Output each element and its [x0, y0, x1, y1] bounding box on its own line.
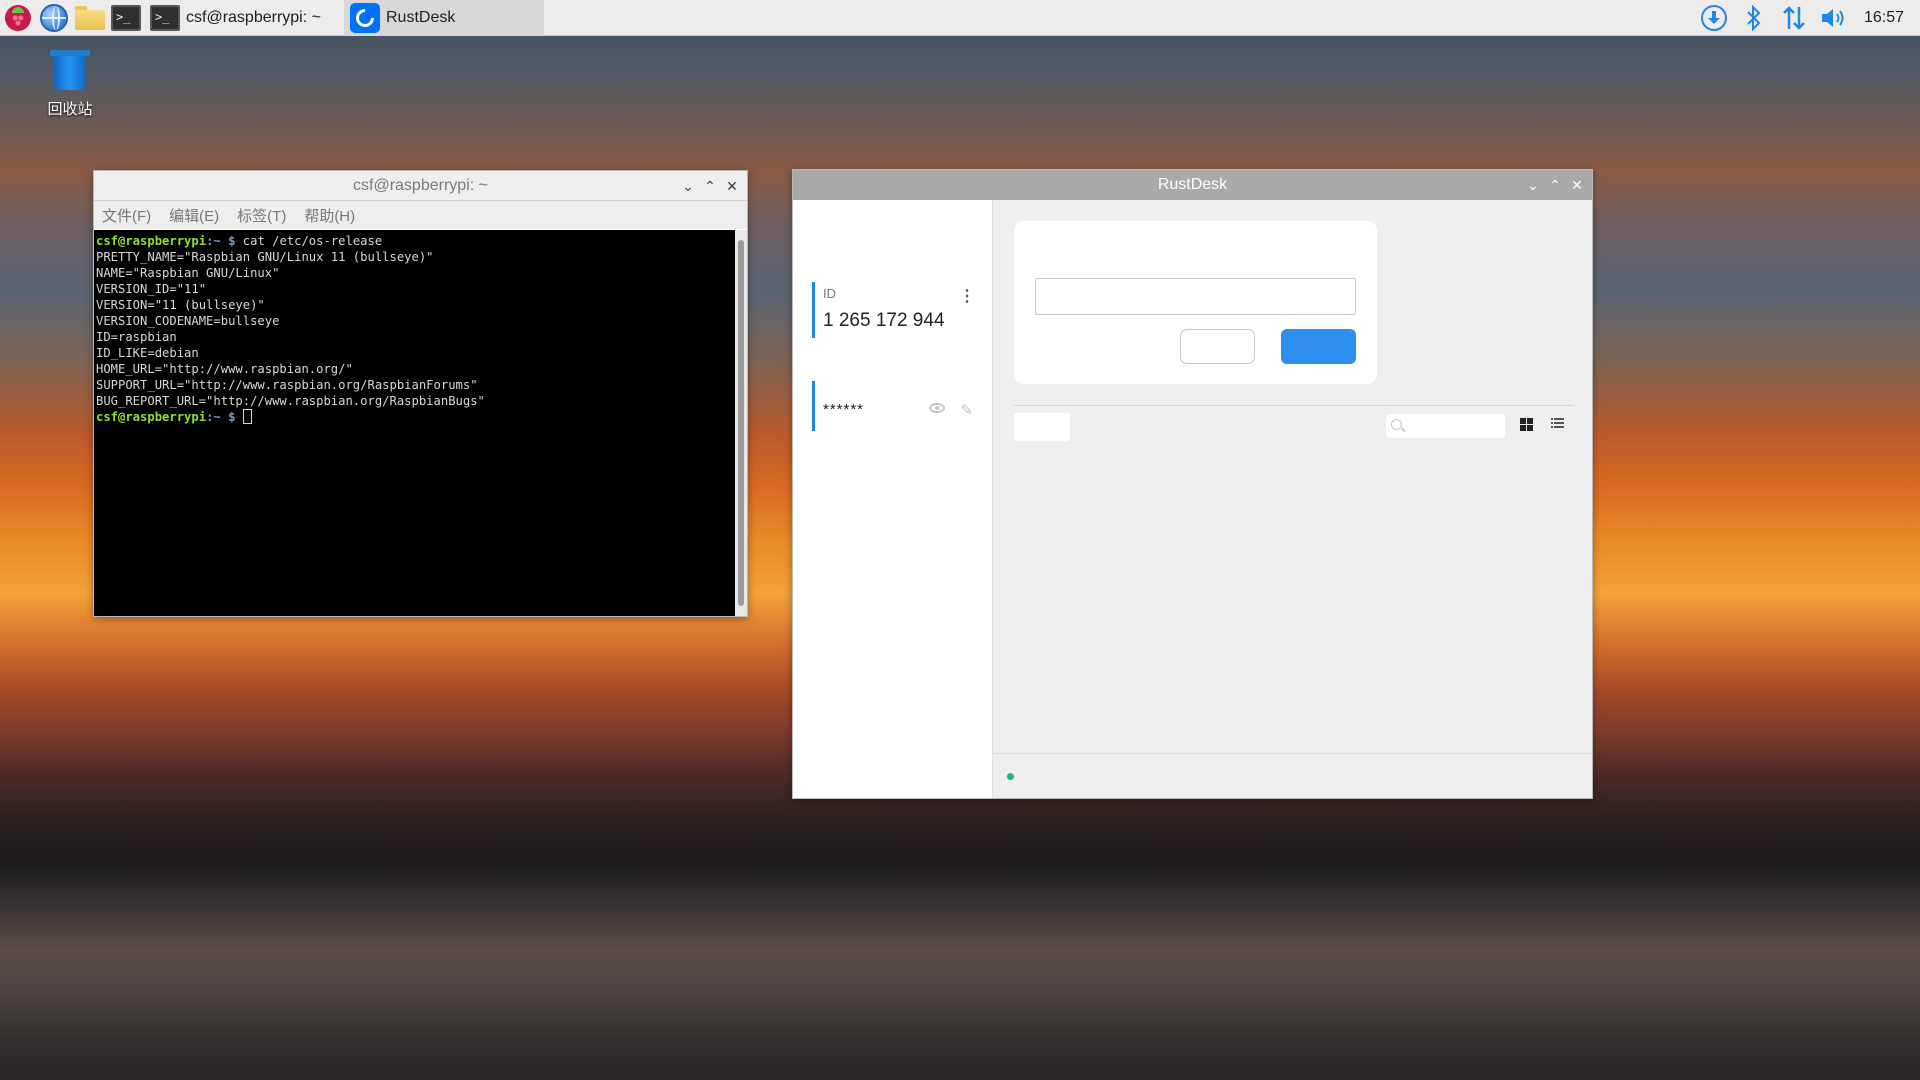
raspberry-menu-icon[interactable]: [0, 0, 36, 36]
taskbar-task-label: csf@raspberrypi: ~: [186, 8, 321, 26]
command-text: cat /etc/os-release: [242, 234, 383, 248]
bluetooth-icon[interactable]: [1734, 0, 1774, 36]
divider: [1014, 405, 1574, 406]
id-value[interactable]: 1 265 172 944: [823, 310, 977, 332]
grid-view-icon[interactable]: [1520, 418, 1533, 431]
terminal-line: ID=raspbian: [96, 330, 177, 344]
menu-help[interactable]: 帮助(H): [304, 205, 355, 226]
trash-icon: [50, 48, 90, 92]
volume-icon[interactable]: [1814, 0, 1854, 36]
file-manager-folder-icon[interactable]: [72, 0, 108, 36]
transfer-file-button[interactable]: [1180, 329, 1255, 364]
peer-tab[interactable]: [1014, 413, 1070, 441]
trash-label: 回收站: [47, 101, 93, 118]
prompt-path: :~ $: [206, 410, 236, 424]
connect-card: [1014, 221, 1377, 384]
password-value: ******: [823, 401, 865, 418]
taskbar-task-rustdesk[interactable]: RustDesk: [344, 0, 544, 36]
desktop-trash[interactable]: 回收站: [40, 48, 100, 119]
terminal-line: VERSION_ID="11": [96, 282, 207, 296]
connect-button[interactable]: [1281, 329, 1356, 364]
terminal-line: HOME_URL="http://www.raspbian.org/": [96, 362, 353, 376]
download-icon[interactable]: [1694, 0, 1734, 36]
terminal-line: VERSION_CODENAME=bullseye: [96, 314, 280, 328]
rustdesk-main: [993, 200, 1592, 798]
prompt-user: csf@raspberrypi: [96, 410, 207, 424]
status-indicator: [1007, 773, 1014, 780]
terminal-line: PRETTY_NAME="Raspbian GNU/Linux 11 (bull…: [96, 250, 434, 264]
rustdesk-icon: [350, 2, 380, 33]
maximize-button[interactable]: ⌃: [1544, 174, 1566, 196]
system-tray: 16:57: [1694, 0, 1920, 36]
taskbar: >_ >_ csf@raspberrypi: ~ RustDesk 16:57: [0, 0, 1920, 36]
terminal-menubar: 文件(F) 编辑(E) 标签(T) 帮助(H): [94, 201, 747, 229]
terminal-line: NAME="Raspbian GNU/Linux": [96, 266, 280, 280]
menu-edit[interactable]: 编辑(E): [169, 205, 219, 226]
minimize-button[interactable]: ⌄: [677, 175, 699, 197]
prompt-user: csf@raspberrypi: [96, 234, 207, 248]
rustdesk-window: RustDesk ⌄ ⌃ ✕ ID 1 265 172 944 ⋮ ******…: [792, 169, 1593, 799]
terminal-line: ID_LIKE=debian: [96, 346, 199, 360]
prompt-path: :~ $: [206, 234, 236, 248]
close-button[interactable]: ✕: [1566, 174, 1588, 196]
browser-globe-icon[interactable]: [36, 0, 72, 36]
peer-search-input[interactable]: [1386, 414, 1505, 438]
terminal-output[interactable]: csf@raspberrypi:~ $ cat /etc/os-release P…: [94, 230, 735, 616]
close-button[interactable]: ✕: [721, 175, 743, 197]
clock[interactable]: 16:57: [1854, 9, 1914, 27]
eye-icon[interactable]: [929, 403, 945, 413]
window-title: RustDesk: [1157, 176, 1228, 193]
id-label: ID: [823, 286, 836, 301]
list-view-icon[interactable]: [1551, 418, 1564, 431]
terminal-line: BUG_REPORT_URL="http://www.raspbian.org/…: [96, 394, 485, 408]
password-section: ****** ✎: [812, 381, 977, 431]
minimize-button[interactable]: ⌄: [1522, 174, 1544, 196]
terminal-line-prompt: csf@raspberrypi:~ $: [96, 409, 733, 425]
status-divider: [993, 753, 1592, 754]
terminal-titlebar[interactable]: csf@raspberrypi: ~ ⌄ ⌃ ✕: [94, 171, 747, 201]
network-transfer-icon[interactable]: [1774, 0, 1814, 36]
maximize-button[interactable]: ⌃: [699, 175, 721, 197]
menu-file[interactable]: 文件(F): [102, 205, 151, 226]
edit-icon[interactable]: ✎: [960, 401, 973, 419]
terminal-scrollbar[interactable]: [735, 230, 747, 616]
window-title: csf@raspberrypi: ~: [353, 176, 488, 194]
rustdesk-titlebar[interactable]: RustDesk ⌄ ⌃ ✕: [793, 170, 1592, 200]
id-section: ID 1 265 172 944 ⋮: [812, 282, 977, 338]
terminal-line-command: csf@raspberrypi:~ $ cat /etc/os-release: [96, 233, 733, 249]
terminal-icon: >_: [150, 4, 180, 31]
search-icon: [1391, 419, 1402, 430]
text-cursor: [242, 409, 252, 424]
taskbar-task-terminal[interactable]: >_ csf@raspberrypi: ~: [144, 0, 344, 36]
terminal-line: SUPPORT_URL="http://www.raspbian.org/Ras…: [96, 378, 478, 392]
terminal-line: VERSION="11 (bullseye)": [96, 298, 265, 312]
terminal-launcher-icon[interactable]: >_: [108, 0, 144, 36]
terminal-window: csf@raspberrypi: ~ ⌄ ⌃ ✕ 文件(F) 编辑(E) 标签(…: [93, 170, 748, 617]
rustdesk-sidebar: ID 1 265 172 944 ⋮ ****** ✎: [793, 200, 993, 798]
more-options-icon[interactable]: ⋮: [959, 286, 975, 306]
taskbar-task-label: RustDesk: [386, 8, 456, 26]
menu-tabs[interactable]: 标签(T): [237, 205, 286, 226]
remote-id-input[interactable]: [1035, 278, 1356, 315]
